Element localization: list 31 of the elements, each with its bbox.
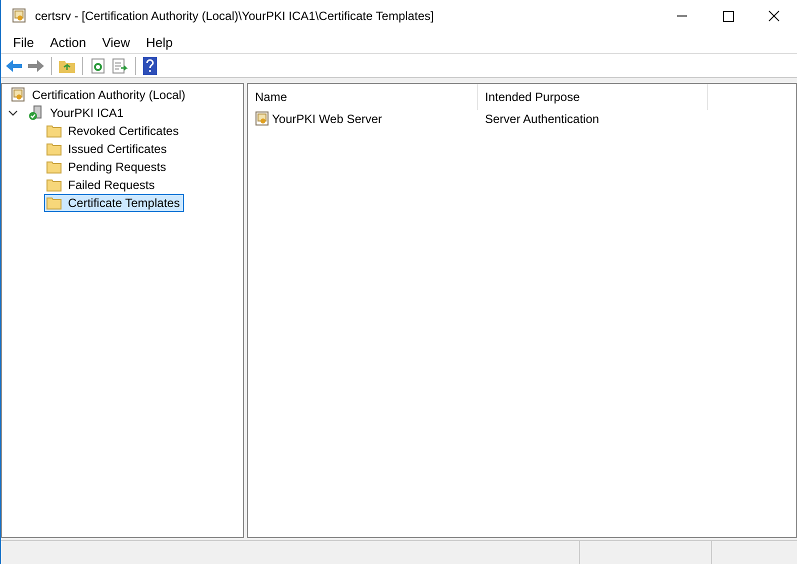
- folder-icon: [46, 124, 62, 138]
- column-header[interactable]: Intended Purpose: [478, 84, 708, 110]
- help-icon[interactable]: [142, 56, 158, 74]
- forward-arrow-icon[interactable]: [27, 58, 45, 74]
- tree-item[interactable]: Failed Requests: [44, 176, 159, 194]
- export-list-icon[interactable]: [111, 58, 129, 74]
- tree-item[interactable]: Pending Requests: [44, 158, 170, 176]
- certificate-template-icon: [254, 111, 270, 127]
- app-icon: [11, 8, 27, 24]
- certificate-icon: [10, 87, 26, 103]
- back-arrow-icon[interactable]: [5, 58, 23, 74]
- menu-item[interactable]: View: [94, 32, 138, 52]
- tree-item[interactable]: Certification Authority (Local): [8, 86, 190, 104]
- folder-icon: [46, 196, 62, 210]
- tree-item[interactable]: YourPKI ICA1: [26, 104, 128, 122]
- table-cell-text: Server Authentication: [484, 111, 600, 128]
- menu-item[interactable]: Help: [138, 32, 181, 52]
- window-title: certsrv - [Certification Authority (Local)\YourPKI ICA1\Certificate Templates]: [35, 8, 435, 25]
- folder-icon: [46, 160, 62, 174]
- tree-item[interactable]: Revoked Certificates: [44, 122, 183, 140]
- folder-icon: [46, 178, 62, 192]
- menu-item[interactable]: File: [5, 32, 42, 52]
- menu-item[interactable]: Action: [42, 32, 94, 52]
- server-icon: [28, 105, 44, 121]
- table-cell[interactable]: YourPKI Web Server: [272, 110, 382, 128]
- column-header[interactable]: Name: [248, 84, 478, 110]
- tree-item[interactable]: Certificate Templates: [44, 194, 184, 212]
- tree-item[interactable]: Issued Certificates: [44, 140, 171, 158]
- chevron-down-icon[interactable]: [8, 108, 18, 118]
- folder-icon: [46, 142, 62, 156]
- refresh-icon[interactable]: [89, 58, 107, 74]
